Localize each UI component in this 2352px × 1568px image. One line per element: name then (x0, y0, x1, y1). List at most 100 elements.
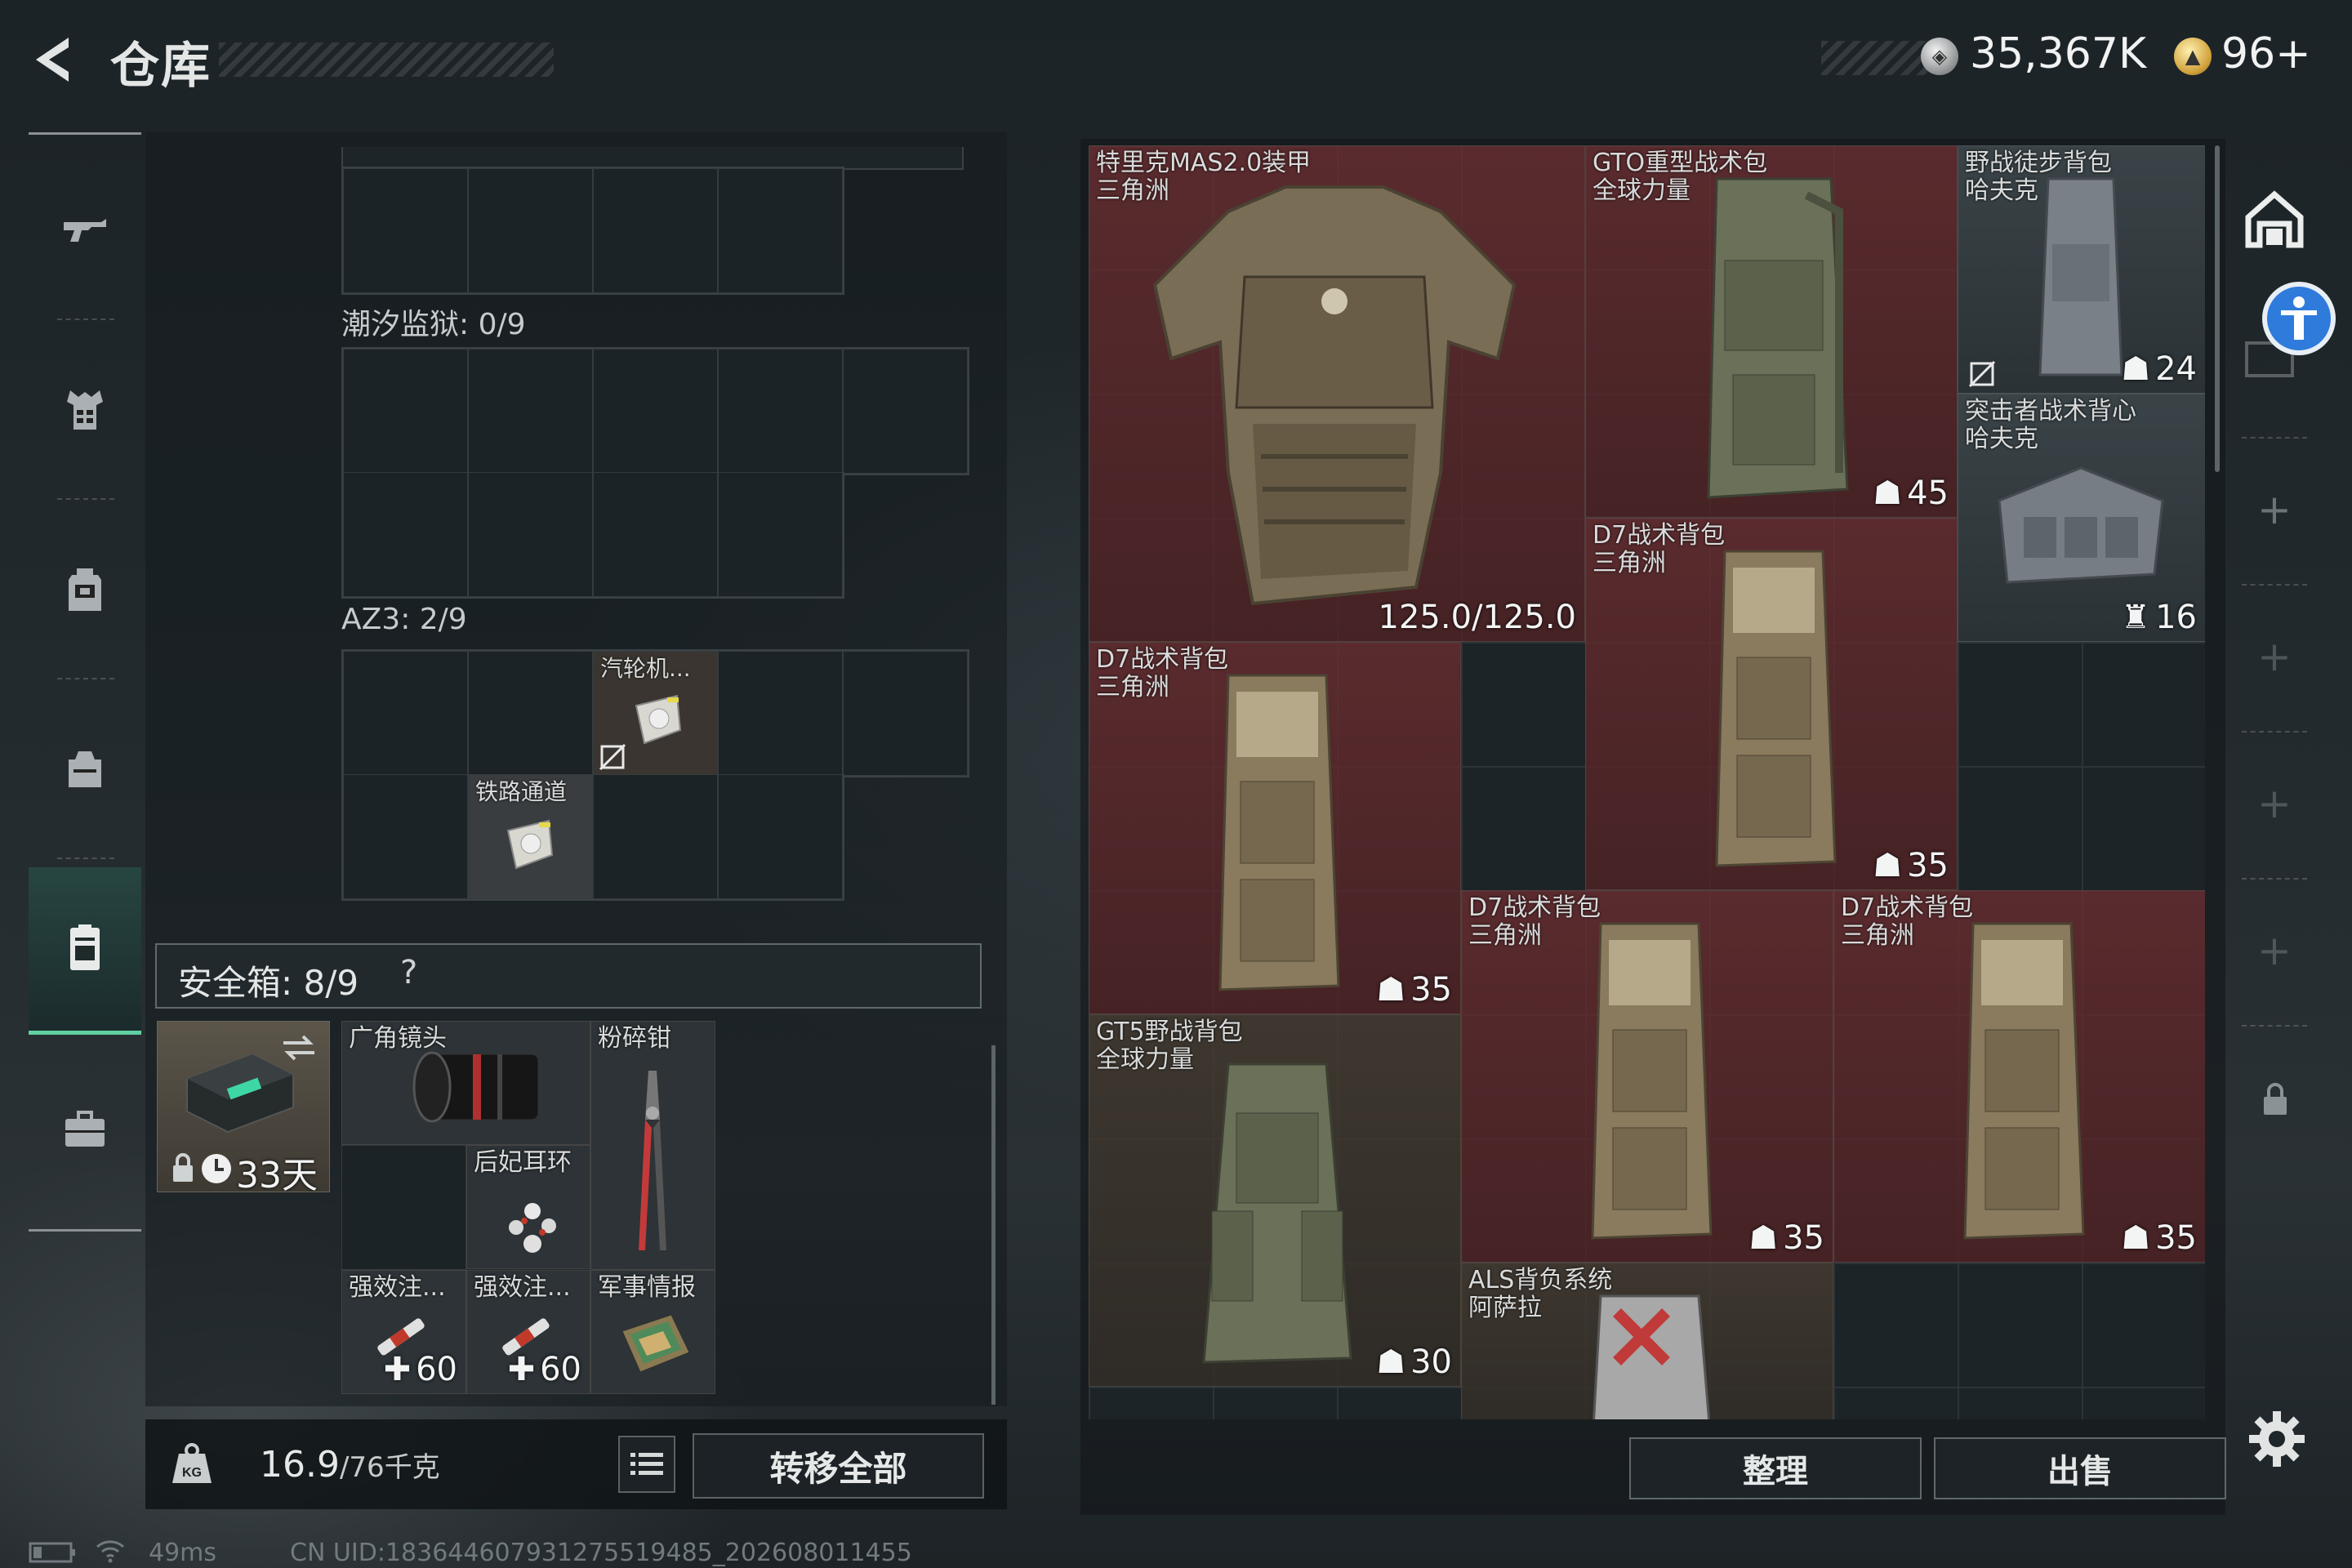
capacity-value: 35 (1907, 847, 1949, 884)
item-brand: 全球力量 (1592, 176, 1690, 205)
item-value: ✚ 60 (508, 1351, 581, 1388)
item-field-hiking-pack[interactable]: 野战徒步背包 哈夫克 ☗ 24 (1958, 145, 2205, 394)
item-d7-tactical-pack[interactable]: D7战术背包 三角洲 ☗ 35 (1585, 518, 1958, 890)
warehouse-scrollbar[interactable] (2215, 145, 2220, 472)
no-insure-icon (599, 743, 626, 771)
pliers-image (639, 1071, 666, 1250)
nav-separator (57, 858, 114, 859)
grid-slot[interactable] (468, 472, 593, 597)
capacity-value: 45 (1907, 474, 1949, 512)
grid-slot[interactable] (843, 349, 968, 474)
item-armor-mas2[interactable]: 特里克MAS2.0装甲 三角洲 125.0/125.0 (1089, 145, 1585, 642)
grid-slot[interactable] (343, 651, 468, 776)
nav-backpack[interactable] (29, 508, 141, 671)
svg-text:KG: KG (182, 1466, 202, 1480)
add-slot-icon[interactable]: + (2257, 927, 2292, 974)
item-assault-vest[interactable]: 突击者战术背心 哈夫克 ♜ 16 (1958, 394, 2205, 642)
nav-separator (57, 678, 114, 679)
nav-bag[interactable] (29, 688, 141, 851)
briefcase-icon (65, 1111, 105, 1147)
add-slot-icon[interactable]: + (2257, 780, 2292, 827)
uid-text: CN UID:1836446079312755194​85_2026080114… (290, 1539, 912, 1567)
item-brand: 哈夫克 (1965, 425, 2038, 453)
nav-case[interactable] (29, 867, 141, 1035)
camera-lens-image (412, 1051, 539, 1123)
accessibility-icon (2281, 296, 2317, 340)
item-wide-lens[interactable]: 广角镜头 (341, 1021, 590, 1145)
item-military-intel[interactable]: 军事情报 (590, 1270, 715, 1394)
item-injector-2[interactable]: 强效注... ✚ 60 (466, 1270, 590, 1394)
silver-coin-icon: ◈ (1921, 38, 1958, 75)
swap-icon[interactable] (280, 1031, 318, 1064)
item-crusher[interactable]: 粉碎钳 (590, 1021, 715, 1270)
gold-currency-amount[interactable]: 96+ (2221, 29, 2311, 78)
item-d7-tactical-pack[interactable]: D7战术背包 三角洲 ☗ 35 (1089, 642, 1461, 1014)
ping-text: 49ms (149, 1539, 217, 1567)
grid-slot[interactable] (593, 472, 718, 597)
grid-slot[interactable] (343, 349, 468, 474)
backpack-image (1715, 550, 1837, 867)
clock-icon (202, 1154, 231, 1183)
item-d7-tactical-pack[interactable]: D7战术背包 三角洲 ☗ 35 (1461, 890, 1833, 1263)
grid-slot[interactable] (718, 168, 843, 293)
item-gt5-field-pack[interactable]: GT5野战背包 全球力量 ☗ 30 (1089, 1014, 1461, 1387)
item-name: 汽轮机... (600, 655, 691, 682)
item-railway[interactable]: 铁路通道 (468, 774, 593, 899)
grid-slot[interactable] (468, 651, 593, 776)
side-separator (2242, 437, 2307, 439)
sort-button[interactable]: 整理 (1629, 1437, 1922, 1499)
left-scrollbar[interactable] (991, 1045, 996, 1405)
item-earring[interactable]: 后妃耳环 (466, 1145, 590, 1269)
grid-slot[interactable] (593, 168, 718, 293)
intel-folder-image (621, 1314, 690, 1373)
nav-briefcase[interactable] (29, 1047, 141, 1210)
add-slot-icon[interactable]: + (2257, 486, 2292, 533)
item-als-carry-system[interactable]: ALS背负系统 阿萨拉 (1461, 1263, 1833, 1419)
tidal-prison-label: 潮汐监狱: 0/9 (341, 308, 526, 341)
list-icon (630, 1453, 663, 1475)
item-brand: 三角洲 (1592, 549, 1666, 577)
grid-slot[interactable] (593, 774, 718, 899)
grid-slot[interactable] (343, 774, 468, 899)
item-turbine[interactable]: 汽轮机... (593, 651, 718, 776)
transfer-all-button[interactable]: 转移全部 (693, 1433, 984, 1499)
backpack-image (1592, 1294, 1711, 1419)
accessibility-button[interactable] (2262, 282, 2336, 355)
side-separator (2242, 1025, 2307, 1027)
warehouse-grid: 特里克MAS2.0装甲 三角洲 125.0/125.0 GTO重型战术包 全球力… (1089, 145, 2205, 1419)
safe-box-container[interactable]: 33天 (157, 1021, 330, 1192)
weight-value: 16.9 (260, 1444, 340, 1486)
vest-image (1998, 466, 2164, 584)
earring-image (509, 1203, 556, 1253)
help-icon[interactable]: ? (400, 954, 417, 991)
lock-icon (2264, 1083, 2287, 1115)
grid-slot[interactable] (718, 472, 843, 597)
item-brand: 阿萨拉 (1468, 1294, 1542, 1322)
grid-slot[interactable] (718, 774, 843, 899)
item-injector-1[interactable]: 强效注... ✚ 60 (341, 1270, 466, 1394)
warehouse-tab-button[interactable] (2242, 186, 2307, 252)
add-slot-icon[interactable]: + (2257, 633, 2292, 680)
grid-slot[interactable] (468, 349, 593, 474)
grid-slot[interactable] (341, 1145, 466, 1270)
grid-slot[interactable] (718, 349, 843, 474)
item-gto-heavy-pack[interactable]: GTO重型战术包 全球力量 ☗ 45 (1585, 145, 1958, 518)
sell-button[interactable]: 出售 (1934, 1437, 2226, 1499)
grid-slot[interactable] (343, 472, 468, 597)
settings-gear-icon[interactable] (2244, 1406, 2310, 1472)
grid-slot[interactable] (843, 651, 968, 776)
grid-slot[interactable] (593, 349, 718, 474)
list-view-button[interactable] (618, 1436, 675, 1493)
item-d7-tactical-pack[interactable]: D7战术背包 三角洲 ☗ 35 (1833, 890, 2205, 1263)
nav-weapon[interactable] (29, 149, 141, 312)
backpack-image (1218, 674, 1340, 991)
grid-slot[interactable] (468, 168, 593, 293)
nav-armor[interactable] (29, 328, 141, 492)
item-name: GT5野战背包 (1096, 1018, 1243, 1046)
item-name: 军事情报 (598, 1273, 696, 1302)
az3-grid-row2: 铁路通道 (341, 774, 844, 901)
grid-slot[interactable] (343, 168, 468, 293)
back-arrow-icon[interactable] (26, 31, 83, 88)
capacity-value: 35 (1410, 971, 1452, 1009)
grid-slot[interactable] (718, 651, 843, 776)
